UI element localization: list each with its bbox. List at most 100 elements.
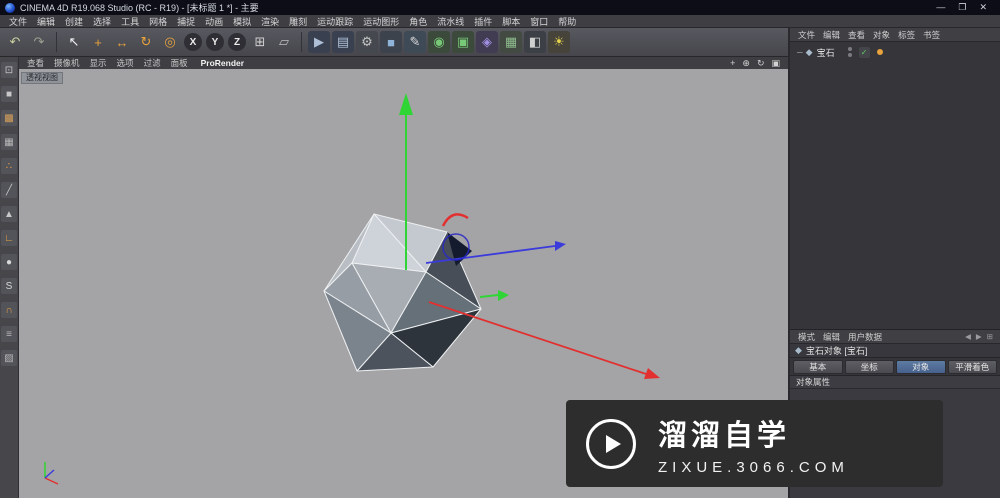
workplane-toggle[interactable]: ▱ — [273, 31, 295, 53]
viewport-menu-item[interactable]: 选项 — [112, 57, 139, 69]
menu-item[interactable]: 创建 — [60, 15, 88, 28]
object-manager-menu-item[interactable]: 文件 — [794, 29, 819, 41]
menu-item[interactable]: 动画 — [200, 15, 228, 28]
am-history-forward-icon[interactable]: ▶ — [976, 332, 982, 341]
object-manager-menu-item[interactable]: 编辑 — [819, 29, 844, 41]
close-button[interactable]: ✕ — [979, 0, 987, 15]
view-dolly-control[interactable]: ⊕ — [742, 57, 750, 69]
workplane-mode-button[interactable]: ▦ — [1, 134, 17, 150]
move-tool[interactable]: + — [87, 31, 109, 53]
rotate-tool[interactable]: ↻ — [135, 31, 157, 53]
menu-item[interactable]: 脚本 — [497, 15, 525, 28]
menu-item[interactable]: 插件 — [469, 15, 497, 28]
y-axis-lock-toggle[interactable]: Y — [206, 33, 224, 51]
view-pan-control[interactable]: + — [730, 57, 735, 69]
attribute-manager-menu-item[interactable]: 编辑 — [819, 331, 844, 343]
am-history-back-icon[interactable]: ◀ — [965, 332, 971, 341]
attribute-manager-menu-item[interactable]: 模式 — [794, 331, 819, 343]
menu-item[interactable]: 网格 — [144, 15, 172, 28]
minimize-button[interactable]: — — [936, 0, 945, 15]
menu-item[interactable]: 文件 — [4, 15, 32, 28]
x-axis-arrow[interactable] — [428, 301, 660, 379]
menu-item[interactable]: 渲染 — [256, 15, 284, 28]
viewport-menu-item[interactable]: 面板 — [166, 57, 193, 69]
points-mode-button[interactable]: ∴ — [1, 158, 17, 174]
make-editable-button[interactable]: ⊡ — [1, 62, 17, 78]
view-toggle-control[interactable]: ▣ — [771, 57, 780, 69]
menu-item[interactable]: 运动图形 — [358, 15, 404, 28]
axis-mode-button[interactable]: ∟ — [1, 230, 17, 246]
environment-menu[interactable]: ▦ — [500, 31, 522, 53]
coordinate-system-toggle[interactable]: ⊞ — [249, 31, 271, 53]
render-picture-viewer-button[interactable]: ▤ — [332, 31, 354, 53]
editor-visibility-dot[interactable] — [847, 47, 852, 51]
maximize-button[interactable]: ❐ — [958, 0, 966, 15]
object-manager-menu-item[interactable]: 对象 — [869, 29, 894, 41]
menu-item[interactable]: 捕捉 — [172, 15, 200, 28]
tab-object[interactable]: 对象 — [896, 359, 946, 374]
object-manager-menu-item[interactable]: 标签 — [894, 29, 919, 41]
modeling-objects-menu[interactable]: ▣ — [452, 31, 474, 53]
menu-item[interactable]: 工具 — [116, 15, 144, 28]
viewport-menu-item[interactable]: 摄像机 — [49, 57, 85, 69]
tab-coordinates[interactable]: 坐标 — [844, 359, 894, 374]
gem-object[interactable] — [323, 213, 482, 372]
deformers-menu[interactable]: ◈ — [476, 31, 498, 53]
object-manager-menu-item[interactable]: 查看 — [844, 29, 869, 41]
menu-item[interactable]: 雕刻 — [284, 15, 312, 28]
z-axis-lock-toggle[interactable]: Z — [228, 33, 246, 51]
x-axis-lock-toggle[interactable]: X — [184, 33, 202, 51]
menu-item[interactable]: 选择 — [88, 15, 116, 28]
soft-selection-button[interactable]: S — [1, 278, 17, 294]
tab-basic[interactable]: 基本 — [793, 359, 843, 374]
attribute-tab-label: 基本 — [809, 361, 827, 372]
scale-tool[interactable]: ↔ — [111, 31, 133, 53]
menu-item[interactable]: 角色 — [404, 15, 432, 28]
render-visibility-dot[interactable] — [847, 53, 852, 57]
view-rotate-control[interactable]: ↻ — [757, 57, 765, 69]
menu-item[interactable]: 编辑 — [32, 15, 60, 28]
last-used-tool[interactable]: ◎ — [159, 31, 181, 53]
render-view-button[interactable]: ▶ — [308, 31, 330, 53]
model-mode-button[interactable]: ■ — [1, 86, 17, 102]
viewport-select-button[interactable]: ● — [1, 254, 17, 270]
view-label[interactable]: 透视视图 — [21, 72, 63, 84]
camera-menu[interactable]: ◧ — [524, 31, 546, 53]
viewport-menu-item[interactable]: 过滤 — [139, 57, 166, 69]
viewport-menu-item[interactable]: 显示 — [85, 57, 112, 69]
primitive-object-menu[interactable]: ■ — [380, 31, 402, 53]
tab-phong[interactable]: 平滑着色 — [947, 359, 997, 374]
snap-toggle-button[interactable]: ∩ — [1, 302, 17, 318]
visibility-toggles[interactable] — [847, 47, 852, 57]
object-name-label[interactable]: 宝石 — [816, 46, 835, 59]
plane-handle-green[interactable] — [479, 290, 509, 301]
viewport-menu-item[interactable]: 查看 — [22, 57, 49, 69]
menu-item[interactable]: 流水线 — [432, 15, 469, 28]
viewport-menu-prorender[interactable]: ProRender — [193, 58, 252, 68]
mode-tool-icon: ≡ — [6, 328, 12, 340]
phong-tag-icon[interactable]: ✓ — [858, 46, 870, 58]
attribute-manager-menu-item[interactable]: 用户数据 — [844, 331, 886, 343]
texture-mode-button[interactable]: ▩ — [1, 110, 17, 126]
menu-item[interactable]: 模拟 — [228, 15, 256, 28]
polygons-mode-button[interactable]: ▲ — [1, 206, 17, 222]
generators-menu[interactable]: ◉ — [428, 31, 450, 53]
menu-item[interactable]: 窗口 — [525, 15, 553, 28]
rotate-handle-red[interactable] — [441, 213, 469, 227]
undo-button[interactable]: ↶ — [4, 31, 26, 53]
redo-button[interactable]: ↷ — [28, 31, 50, 53]
live-selection-tool[interactable]: ↖ — [63, 31, 85, 53]
object-row-gem[interactable]: ─ ◆ 宝石 ✓ — [790, 45, 1000, 59]
object-manager-menu-item[interactable]: 书签 — [919, 29, 944, 41]
menu-item[interactable]: 运动跟踪 — [312, 15, 358, 28]
object-manager-list[interactable]: ─ ◆ 宝石 ✓ — [790, 42, 1000, 330]
layer-color-dot[interactable] — [876, 49, 883, 55]
edges-mode-button[interactable]: ╱ — [1, 182, 17, 198]
light-menu[interactable]: ☀ — [548, 31, 570, 53]
quantize-button[interactable]: ≡ — [1, 326, 17, 342]
render-settings-button[interactable]: ⚙ — [356, 31, 378, 53]
workplane-lock-button[interactable]: ▨ — [1, 350, 17, 366]
am-config-icon[interactable]: ⊞ — [987, 332, 993, 341]
spline-pen-menu[interactable]: ✎ — [404, 31, 426, 53]
menu-item[interactable]: 帮助 — [553, 15, 581, 28]
